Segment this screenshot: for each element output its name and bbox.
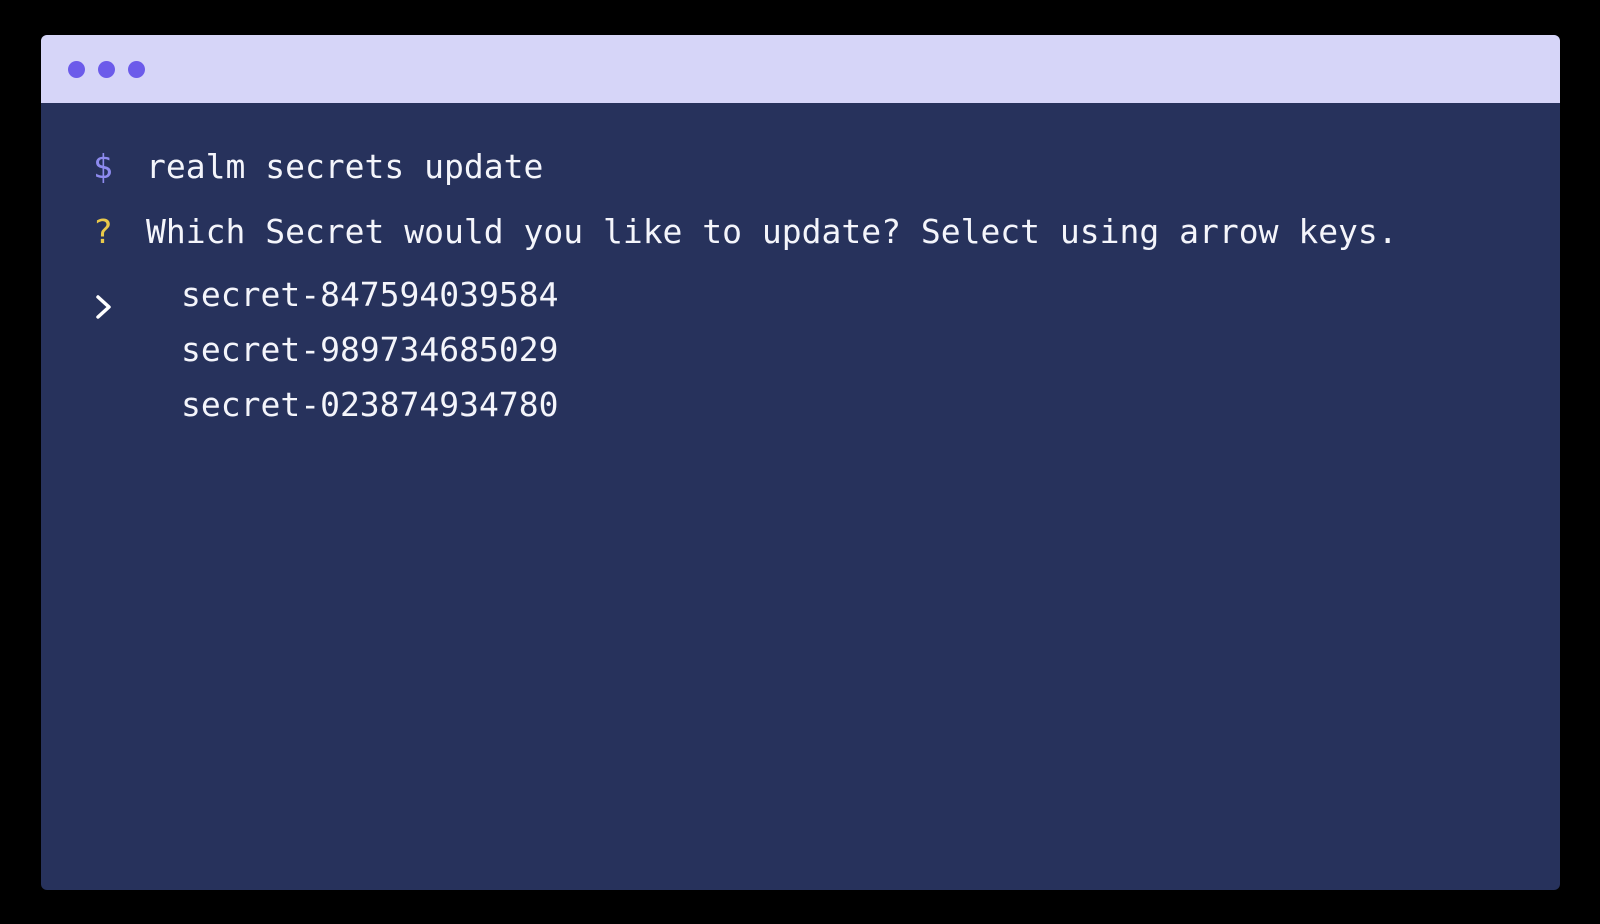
secret-option[interactable]: secret-023874934780 [181,385,559,425]
question-symbol: ? [93,212,113,251]
terminal-window: $ realm secrets update ? Which Secret wo… [41,35,1560,890]
window-dot-1-icon[interactable] [68,61,85,78]
secret-option-selected[interactable]: secret-847594039584 [181,275,559,315]
title-bar [41,35,1560,103]
prompt-symbol: $ [93,147,113,186]
question-text: Which Secret would you like to update? S… [146,212,1398,251]
command-text: realm secrets update [146,147,544,186]
window-dot-3-icon[interactable] [128,61,145,78]
window-dot-2-icon[interactable] [98,61,115,78]
secret-option[interactable]: secret-989734685029 [181,330,559,370]
terminal-body[interactable]: $ realm secrets update ? Which Secret wo… [41,103,1560,890]
chevron-right-icon [93,289,115,328]
